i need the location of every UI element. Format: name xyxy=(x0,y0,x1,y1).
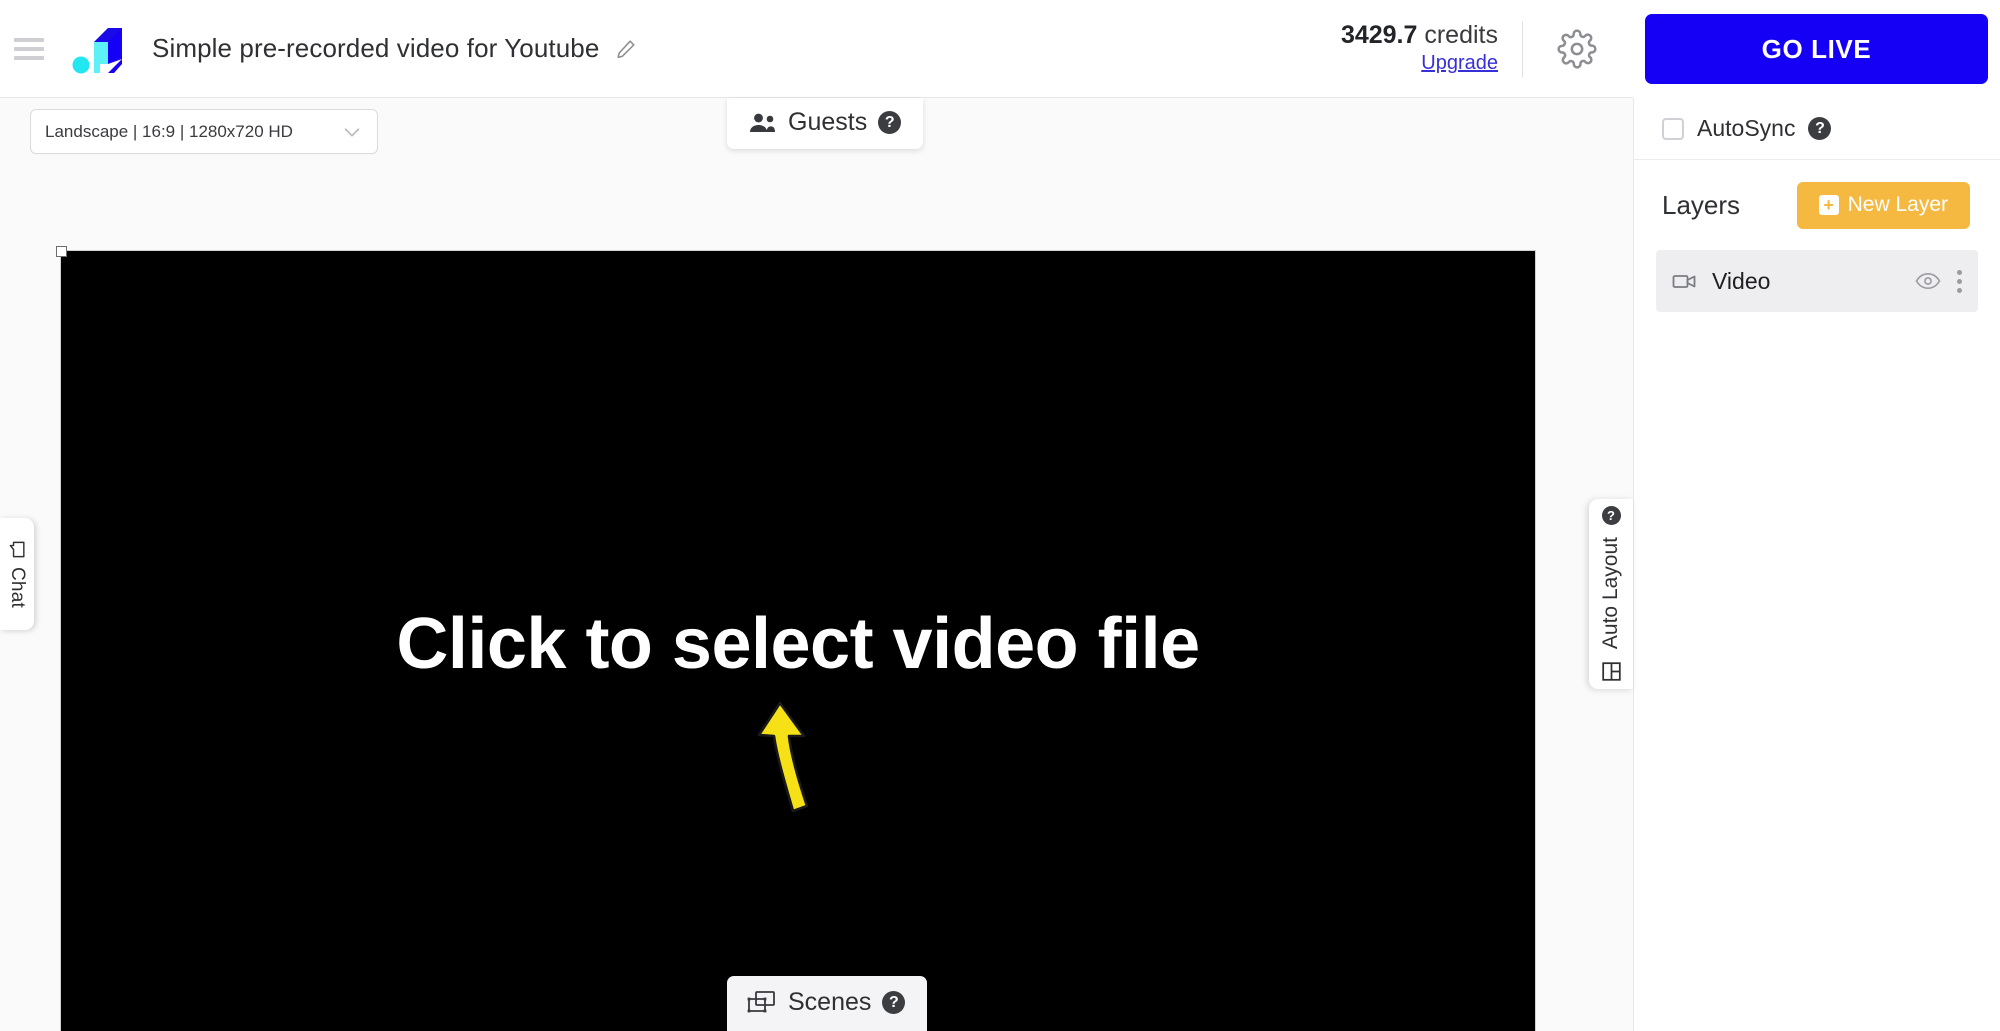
brand-logo[interactable] xyxy=(70,18,132,80)
hamburger-bar xyxy=(14,37,44,42)
tab-auto-layout-label: Auto Layout xyxy=(1599,536,1622,650)
right-panel: AutoSync ? Layers + New Layer Video xyxy=(1633,98,2000,1031)
layer-actions xyxy=(1915,268,1964,295)
toolbar-divider xyxy=(1522,20,1523,77)
dot xyxy=(1957,278,1962,284)
tab-scenes[interactable]: Scenes ? xyxy=(727,976,928,1031)
video-camera-icon xyxy=(1672,271,1698,291)
three-dots-vertical-icon[interactable] xyxy=(1955,268,1964,295)
curved-yellow-arrow-icon xyxy=(733,695,853,825)
autosync-checkbox[interactable] xyxy=(1662,117,1684,140)
canvas-placeholder-text: Click to select video file xyxy=(396,604,1200,684)
autosync-row: AutoSync ? xyxy=(1634,98,2000,160)
hamburger-bar xyxy=(14,46,44,51)
go-live-zone: GO LIVE xyxy=(1633,0,2000,98)
credits-value: 3429.7 xyxy=(1340,20,1418,49)
credits-amount: 3429.7 credits xyxy=(1341,21,1498,51)
eye-icon[interactable] xyxy=(1915,272,1941,290)
page-title: Simple pre-recorded video for Youtube xyxy=(152,33,600,63)
tab-scenes-label: Scenes xyxy=(788,988,872,1016)
credits-block: 3429.7 credits Upgrade xyxy=(1341,21,1522,76)
layers-header: Layers + New Layer xyxy=(1634,160,2000,250)
scenes-frames-icon xyxy=(747,990,777,1015)
layer-name: Video xyxy=(1712,267,1771,294)
editor-area: Landscape | 16:9 | 1280x720 HD Guests ? xyxy=(0,98,1633,1031)
tab-chat[interactable]: Chat xyxy=(0,518,34,630)
layout-preset-select[interactable]: Landscape | 16:9 | 1280x720 HD xyxy=(30,109,378,154)
video-canvas[interactable]: Click to select video file xyxy=(56,246,1536,1031)
tab-guests-label: Guests xyxy=(788,108,868,136)
plus-icon: + xyxy=(1818,195,1839,215)
select-video-file-dropzone[interactable]: Click to select video file xyxy=(61,251,1535,1031)
dot xyxy=(1957,287,1962,293)
chat-bubble-icon xyxy=(8,540,27,559)
credits-label: credits xyxy=(1424,20,1498,49)
tab-chat-label: Chat xyxy=(7,567,28,608)
help-icon[interactable]: ? xyxy=(1808,117,1832,140)
layer-list-item[interactable]: Video xyxy=(1656,250,1978,312)
autosync-label: AutoSync xyxy=(1697,115,1796,141)
hamburger-bar xyxy=(14,55,44,60)
dot xyxy=(1957,269,1962,275)
pencil-edit-icon[interactable] xyxy=(615,38,637,60)
layout-grid-icon xyxy=(1601,661,1622,682)
add-layer-button[interactable]: + New Layer xyxy=(1796,181,1970,229)
go-live-button[interactable]: GO LIVE xyxy=(1645,14,1988,84)
add-layer-button-label: New Layer xyxy=(1847,193,1948,216)
chevron-down-icon xyxy=(341,121,363,143)
tab-auto-layout[interactable]: ? Auto Layout xyxy=(1589,499,1633,689)
help-icon[interactable]: ? xyxy=(1601,505,1621,525)
tab-guests[interactable]: Guests ? xyxy=(727,98,924,149)
app-root: Simple pre-recorded video for Youtube 34… xyxy=(0,0,2000,1031)
help-icon[interactable]: ? xyxy=(882,991,906,1014)
layers-title: Layers xyxy=(1662,189,1741,220)
hamburger-menu-icon[interactable] xyxy=(14,37,44,60)
upgrade-link[interactable]: Upgrade xyxy=(1421,52,1498,76)
gear-icon[interactable] xyxy=(1549,21,1605,77)
top-bar: Simple pre-recorded video for Youtube 34… xyxy=(0,0,1633,98)
people-group-icon xyxy=(747,111,777,135)
help-icon[interactable]: ? xyxy=(878,111,902,134)
layout-preset-value: Landscape | 16:9 | 1280x720 HD xyxy=(45,121,293,141)
